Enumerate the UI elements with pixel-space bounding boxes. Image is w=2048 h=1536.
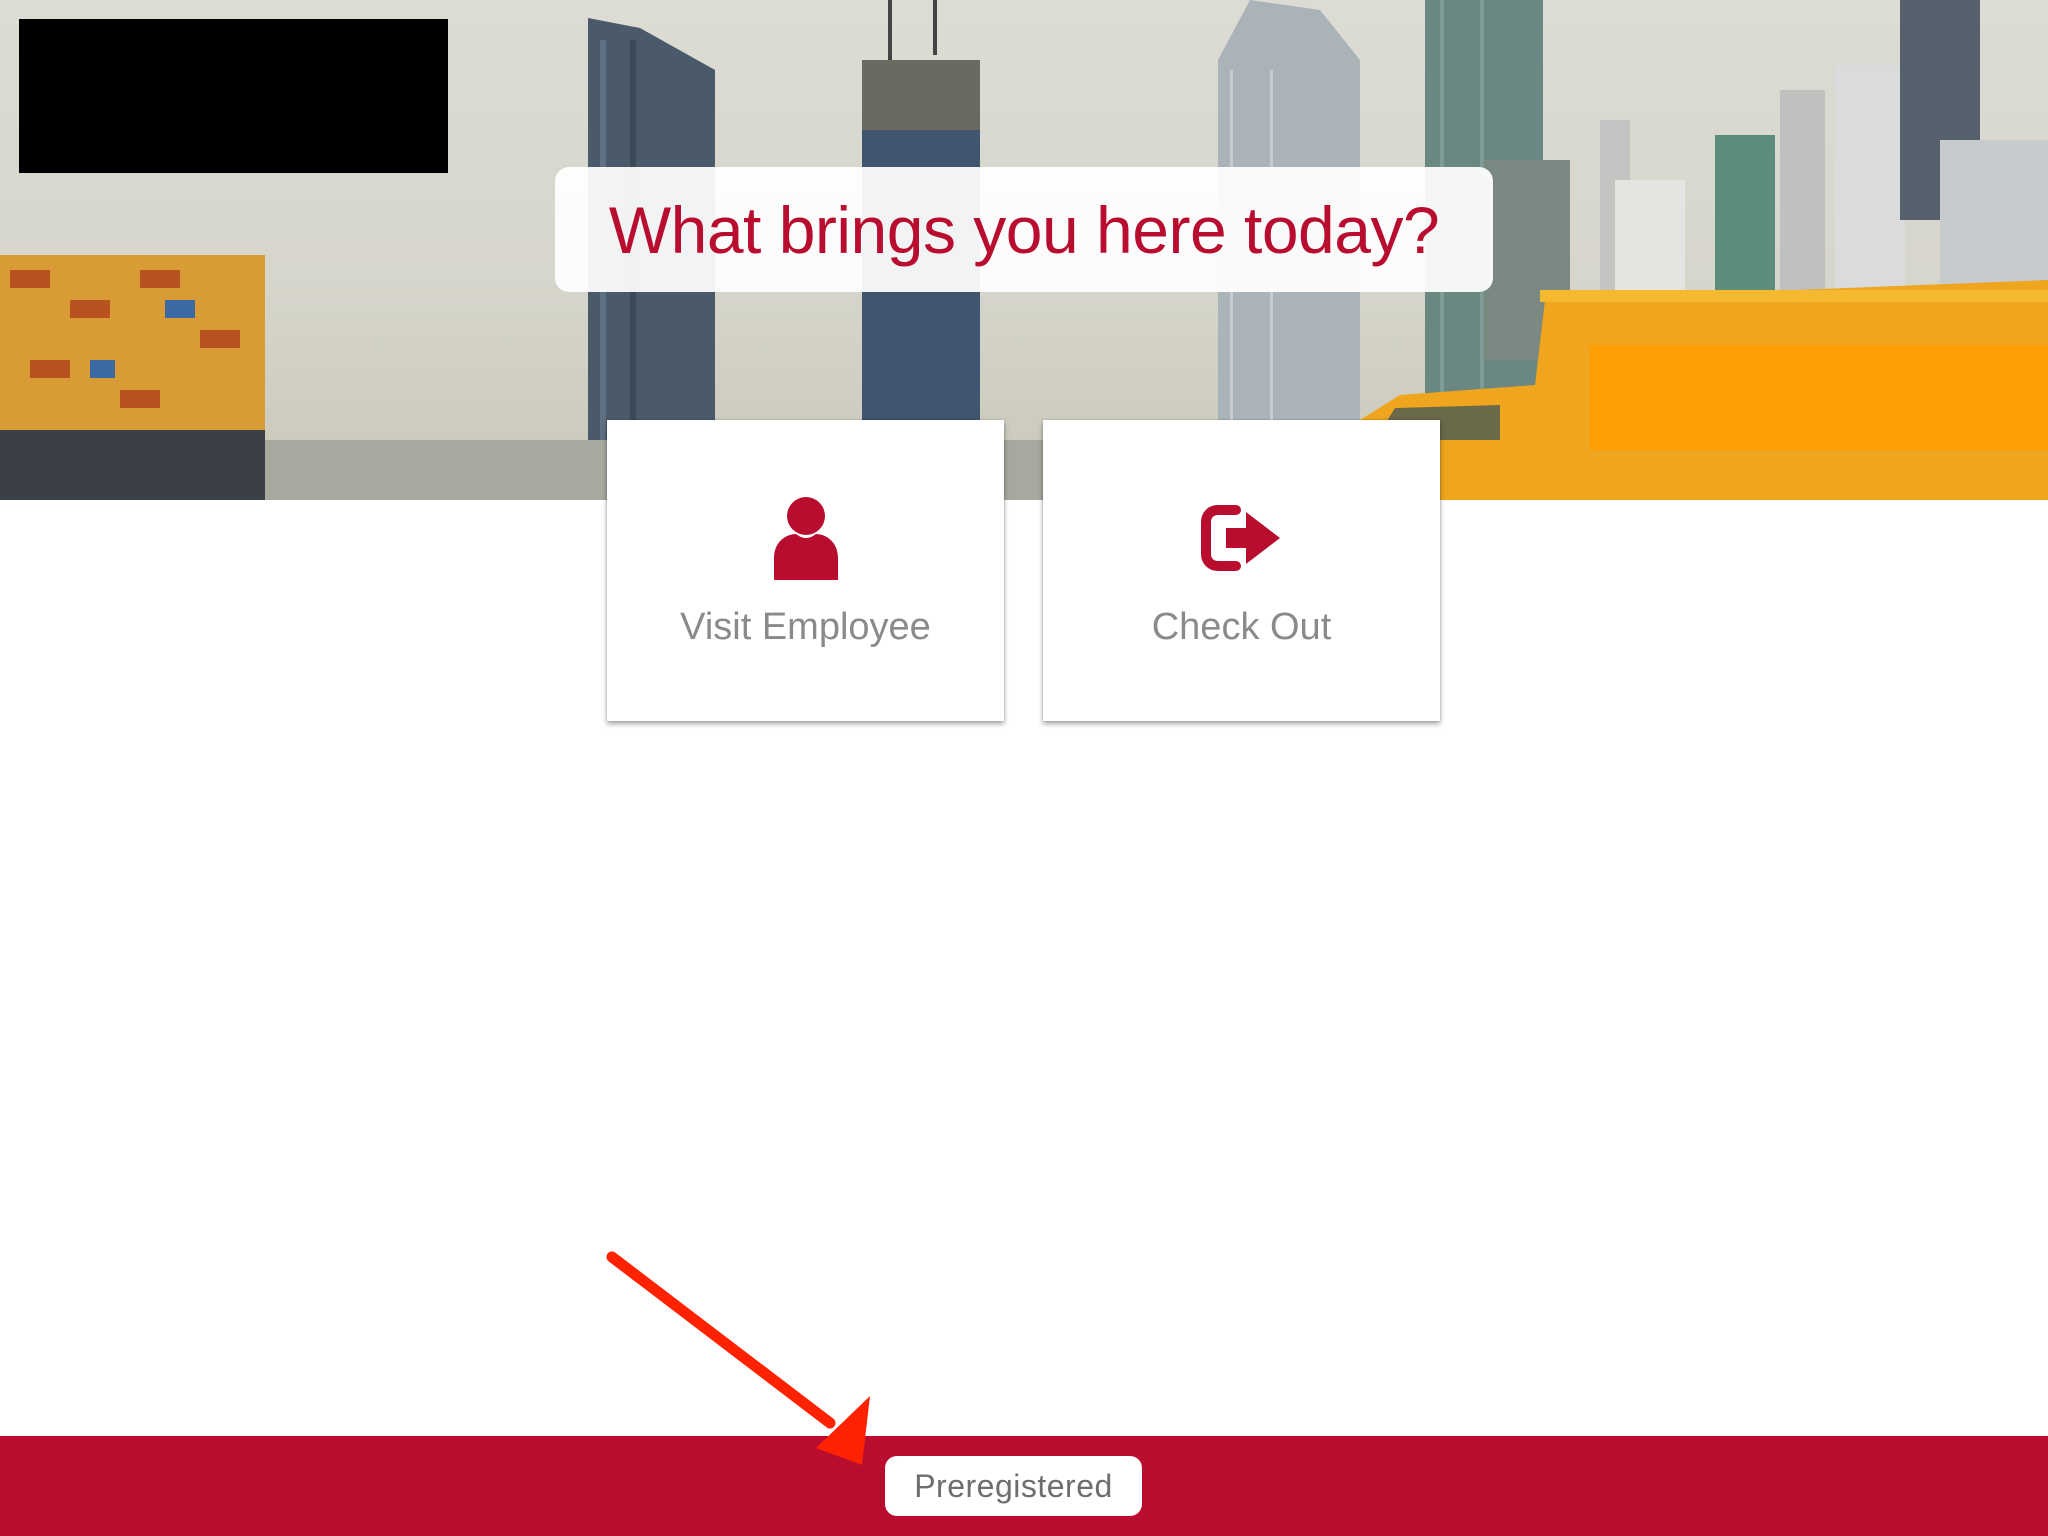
- check-out-button[interactable]: Check Out: [1043, 420, 1440, 721]
- prompt-banner: What brings you here today?: [555, 167, 1493, 292]
- visitor-kiosk-screen: What brings you here today? Visit Employ…: [0, 0, 2048, 1536]
- sign-out-icon: [1200, 505, 1280, 571]
- person-icon: [773, 497, 838, 580]
- preregistered-button[interactable]: Preregistered: [885, 1456, 1142, 1516]
- page-title: What brings you here today?: [608, 192, 1440, 267]
- company-logo-redacted: [19, 19, 448, 173]
- visit-employee-label: Visit Employee: [680, 606, 931, 648]
- visit-employee-button[interactable]: Visit Employee: [607, 420, 1004, 721]
- check-out-label: Check Out: [1151, 606, 1332, 648]
